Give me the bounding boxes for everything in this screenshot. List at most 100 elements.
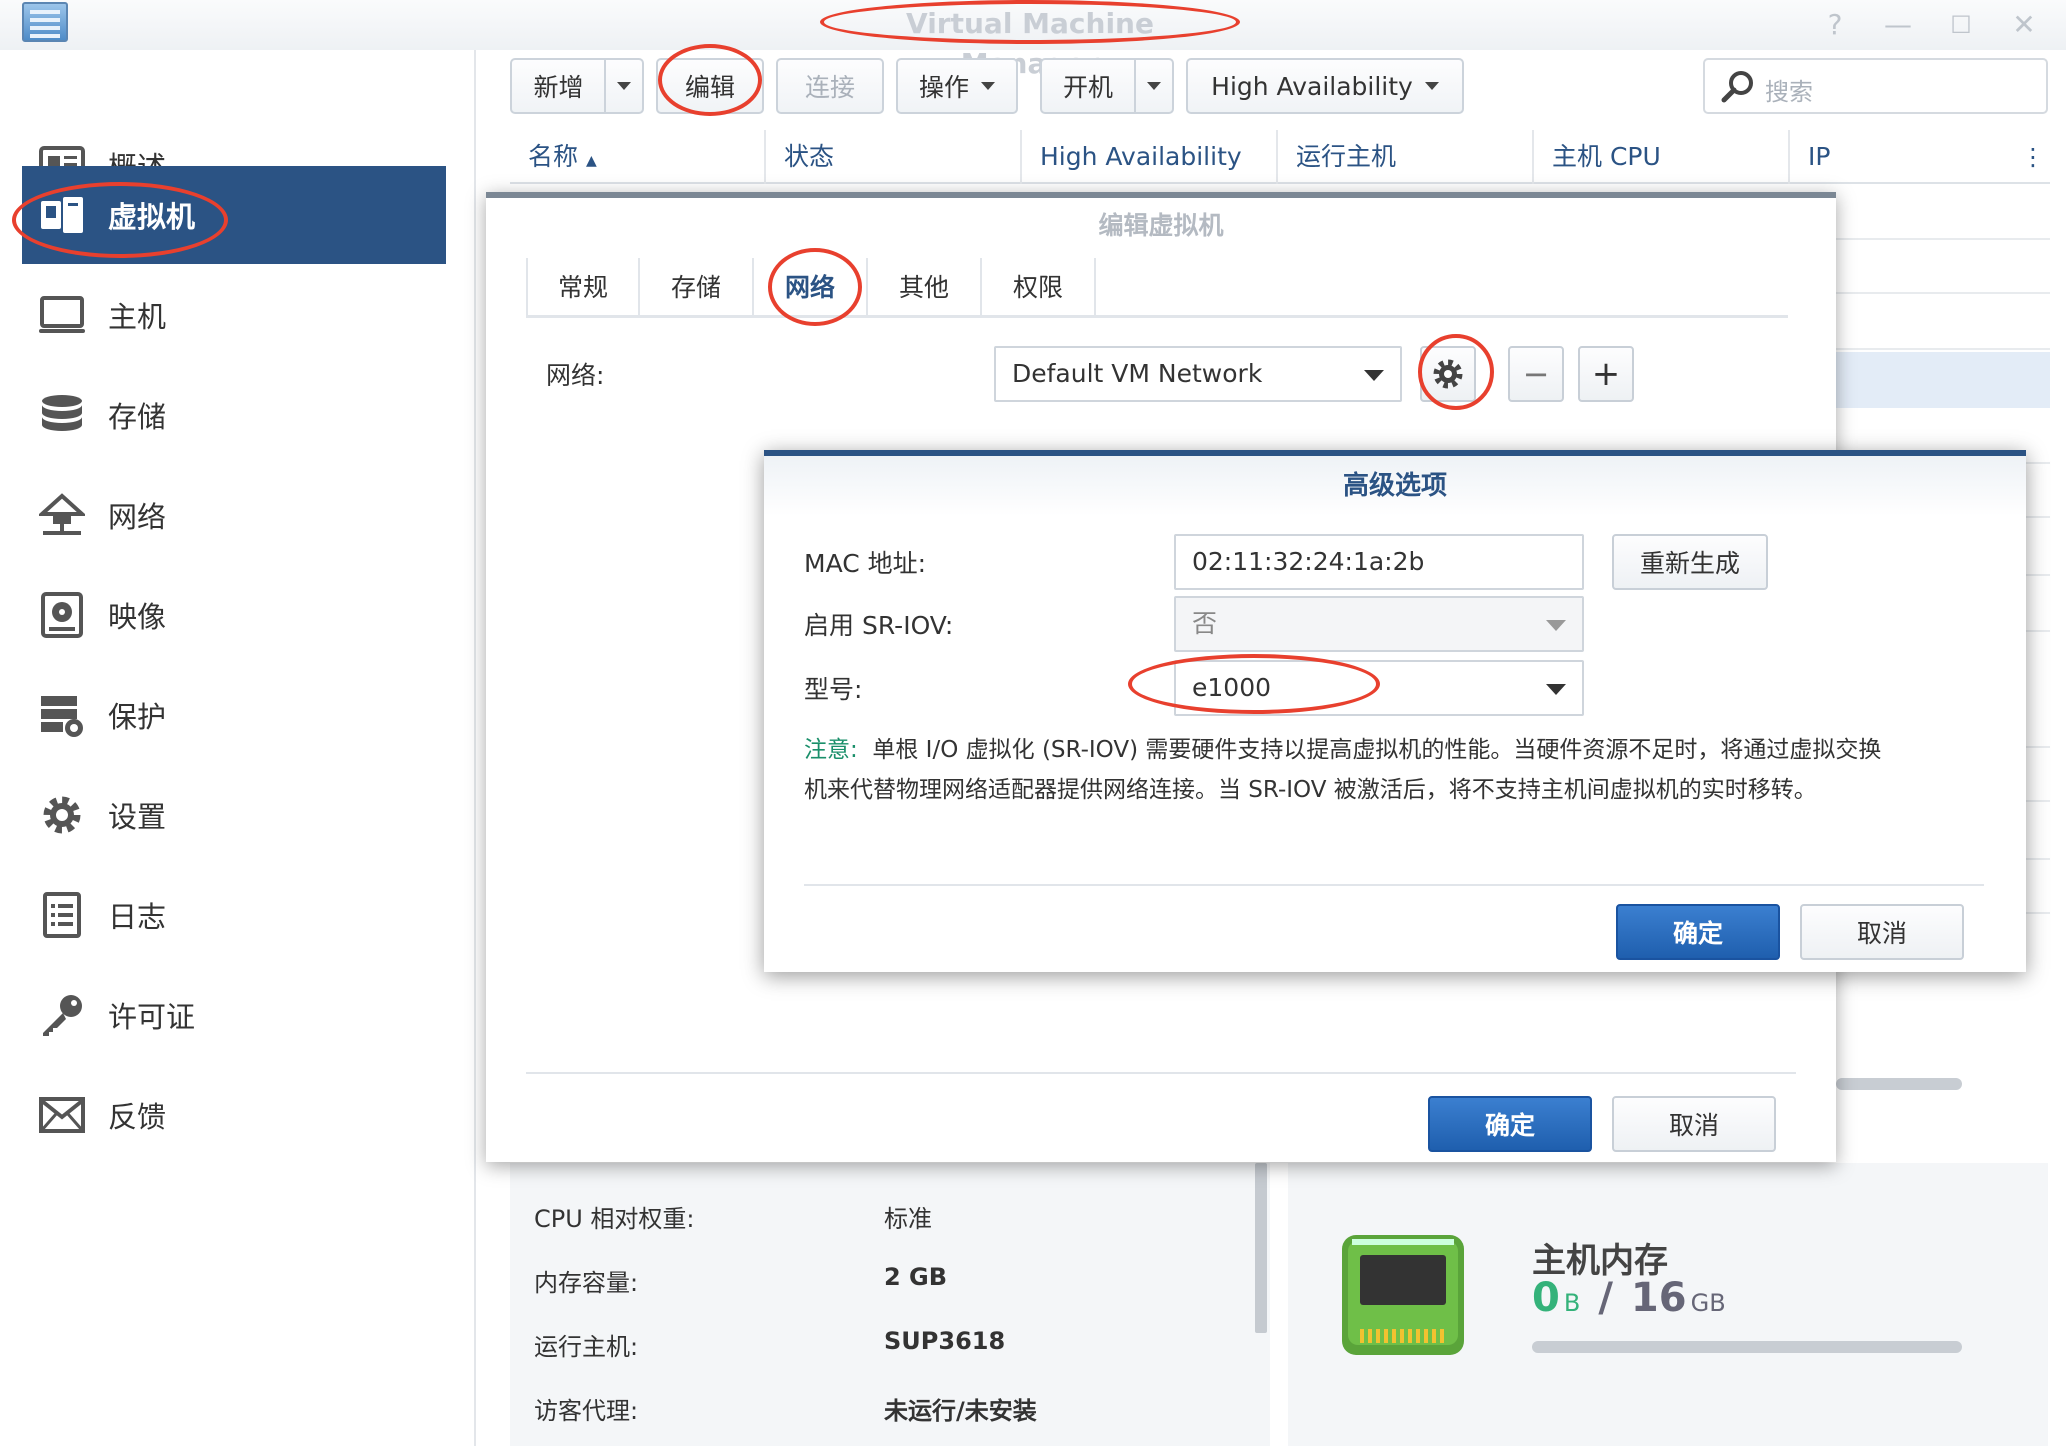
model-label: 型号: <box>804 675 863 704</box>
power-on-dropdown-button[interactable] <box>1134 58 1174 114</box>
annotation-circle-edit <box>658 44 762 116</box>
high-availability-label: High Availability <box>1211 71 1413 101</box>
sidebar-item-label: 反馈 <box>108 1100 167 1134</box>
add-dropdown-button[interactable] <box>604 58 644 114</box>
help-icon[interactable]: ? <box>1815 8 1855 42</box>
app-logo-icon <box>22 2 68 42</box>
column-header-name[interactable]: 名称 ▲ <box>510 130 766 184</box>
annotation-circle-gear <box>1418 334 1494 410</box>
dialog-title: 编辑虚拟机 <box>1098 211 1224 240</box>
caret-down-icon <box>1424 82 1439 90</box>
ok-button[interactable]: 确定 <box>1428 1096 1592 1152</box>
memory-separator: / <box>1598 1275 1613 1321</box>
network-select-value: Default VM Network <box>1012 359 1263 388</box>
column-header-ha[interactable]: High Availability <box>1022 130 1278 184</box>
grid-row-selected[interactable] <box>1835 352 2050 408</box>
tab-general[interactable]: 常规 <box>526 258 640 318</box>
sidebar: 概述 虚拟机 主机 存储 网络 映像 保护 <box>0 50 476 1446</box>
sort-ascending-icon: ▲ <box>585 153 597 169</box>
sidebar-item-storage[interactable]: 存储 <box>22 366 446 464</box>
cancel-button[interactable]: 取消 <box>1800 904 1964 960</box>
note-line-1: 单根 I/O 虚拟化 (SR-IOV) 需要硬件支持以提高虚拟机的性能。当硬件资… <box>872 737 1882 763</box>
sidebar-item-label: 主机 <box>108 300 167 334</box>
detail-value: 标准 <box>884 1205 932 1233</box>
grid-row-divider <box>1835 292 2050 294</box>
gear-icon <box>38 791 86 839</box>
dialog-divider <box>526 1072 1796 1074</box>
column-header-host-cpu[interactable]: 主机 CPU <box>1534 130 1790 184</box>
sidebar-item-host[interactable]: 主机 <box>22 266 446 364</box>
add-network-button[interactable]: + <box>1578 346 1634 402</box>
sidebar-item-label: 保护 <box>108 700 167 734</box>
detail-key: 访客代理: <box>534 1397 639 1425</box>
column-options-icon[interactable]: ⋮ <box>2018 130 2048 184</box>
dialog-divider <box>804 884 1984 886</box>
search-input[interactable]: 搜索 <box>1703 58 2048 114</box>
grid-row-divider <box>1835 238 2050 240</box>
sidebar-item-label: 许可证 <box>108 1000 196 1034</box>
chevron-down-icon <box>1364 370 1384 381</box>
tab-permission[interactable]: 权限 <box>982 258 1096 318</box>
cancel-button[interactable]: 取消 <box>1612 1096 1776 1152</box>
maximize-icon[interactable]: ☐ <box>1941 8 1981 42</box>
sidebar-item-protection[interactable]: 保护 <box>22 666 446 764</box>
connect-button[interactable]: 连接 <box>776 58 884 114</box>
column-header-status[interactable]: 状态 <box>766 130 1022 184</box>
details-scrollbar[interactable] <box>1255 1163 1267 1333</box>
sriov-select[interactable]: 否 <box>1174 596 1584 652</box>
annotation-circle-title <box>820 0 1240 44</box>
ok-button[interactable]: 确定 <box>1616 904 1780 960</box>
column-header-ip[interactable]: IP <box>1790 130 2010 184</box>
sidebar-item-image[interactable]: 映像 <box>22 566 446 664</box>
memory-total-unit: GB <box>1690 1289 1726 1317</box>
sidebar-item-license[interactable]: 许可证 <box>22 966 446 1064</box>
minimize-icon[interactable]: — <box>1878 8 1918 42</box>
sidebar-item-label: 网络 <box>108 500 167 534</box>
host-memory-panel: 主机内存 0 B / 16 GB <box>1288 1163 2048 1446</box>
network-select[interactable]: Default VM Network <box>994 346 1402 402</box>
sidebar-item-log[interactable]: 日志 <box>22 866 446 964</box>
annotation-circle-model <box>1128 654 1380 714</box>
high-availability-button[interactable]: High Availability <box>1186 58 1464 114</box>
column-header-label: 名称 <box>528 142 579 171</box>
sriov-note: 注意: 单根 I/O 虚拟化 (SR-IOV) 需要硬件支持以提高虚拟机的性能。… <box>804 730 1994 810</box>
sriov-select-value: 否 <box>1192 609 1218 638</box>
dialog-title: 高级选项 <box>764 456 2026 516</box>
sidebar-item-network[interactable]: 网络 <box>22 466 446 564</box>
caret-down-icon <box>617 82 631 90</box>
sidebar-item-settings[interactable]: 设置 <box>22 766 446 864</box>
advanced-options-dialog: 高级选项 MAC 地址: 02:11:32:24:1a:2b 重新生成 启用 S… <box>764 450 2026 972</box>
regenerate-button[interactable]: 重新生成 <box>1612 534 1768 590</box>
column-header-running-host[interactable]: 运行主机 <box>1278 130 1534 184</box>
add-button[interactable]: 新增 <box>510 58 606 114</box>
annotation-circle-network-tab <box>768 248 862 326</box>
tab-other[interactable]: 其他 <box>868 258 982 318</box>
image-disc-icon <box>38 591 86 639</box>
log-icon <box>38 891 86 939</box>
chevron-down-icon <box>1546 620 1566 631</box>
sidebar-item-label: 日志 <box>108 900 167 934</box>
network-icon <box>38 491 86 539</box>
action-label: 操作 <box>918 73 969 102</box>
sidebar-item-label: 存储 <box>108 400 167 434</box>
envelope-icon <box>38 1091 86 1139</box>
note-line-2: 机来代替物理网络适配器提供网络连接。当 SR-IOV 被激活后，将不支持主机间虚… <box>804 777 1817 803</box>
action-button[interactable]: 操作 <box>896 58 1018 114</box>
memory-usage-text: 0 B / 16 GB <box>1532 1275 1726 1321</box>
mac-address-input[interactable]: 02:11:32:24:1a:2b <box>1174 534 1584 590</box>
sidebar-item-label: 映像 <box>108 600 167 634</box>
power-on-button[interactable]: 开机 <box>1040 58 1136 114</box>
note-label: 注意: <box>804 737 858 763</box>
network-label: 网络: <box>546 361 605 390</box>
memory-used-unit: B <box>1563 1289 1581 1317</box>
sidebar-item-feedback[interactable]: 反馈 <box>22 1066 446 1164</box>
mac-label: MAC 地址: <box>804 549 927 578</box>
vm-grid-header: 名称 ▲ 状态 High Availability 运行主机 主机 CPU IP… <box>510 130 2050 184</box>
tab-storage[interactable]: 存储 <box>640 258 754 318</box>
close-icon[interactable]: ✕ <box>2004 8 2044 42</box>
protection-icon <box>38 691 86 739</box>
annotation-circle-vm <box>12 182 228 258</box>
sidebar-item-label: 设置 <box>108 800 167 834</box>
remove-network-button[interactable]: − <box>1508 346 1564 402</box>
usage-bar-bg <box>1836 1078 1962 1090</box>
